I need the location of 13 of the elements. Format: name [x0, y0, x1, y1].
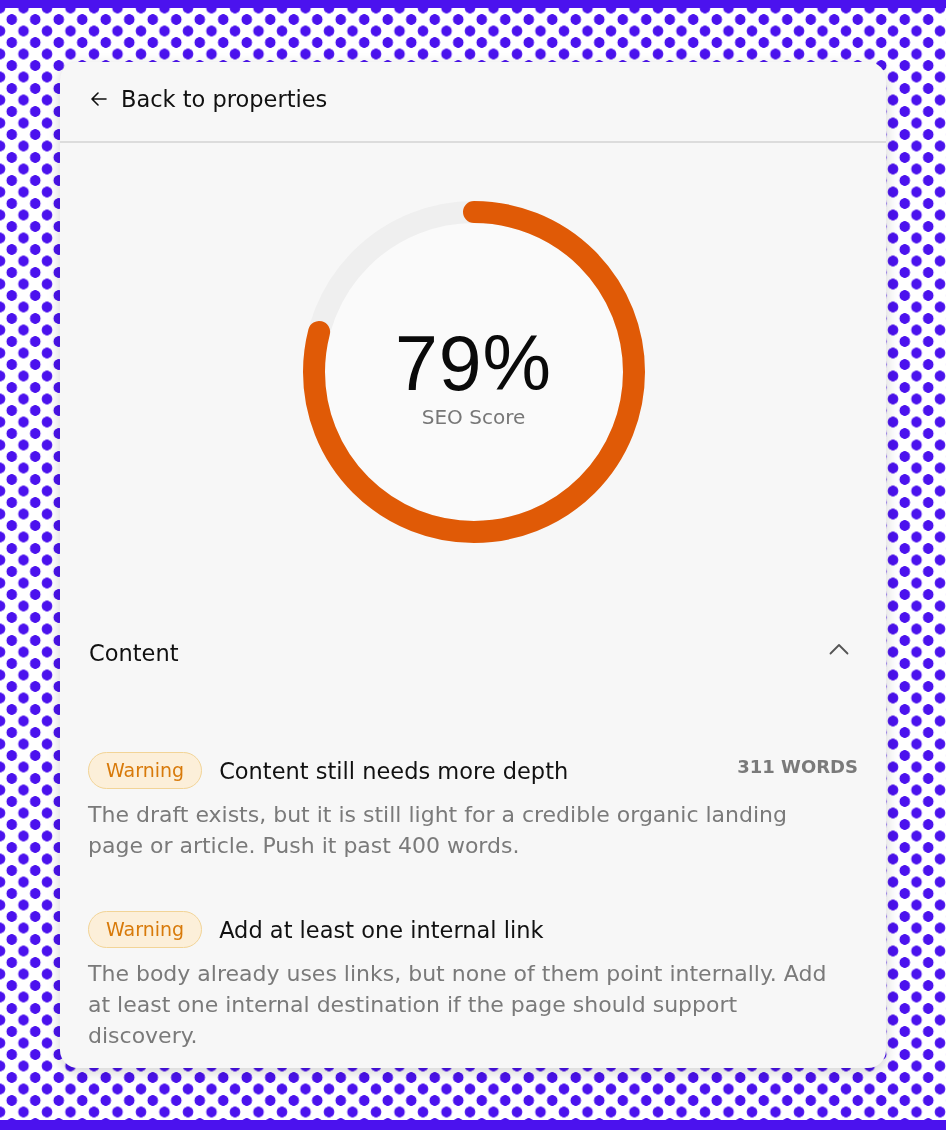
check-title: Content still needs more depth	[219, 757, 570, 784]
chevron-up-icon	[829, 643, 849, 655]
back-link[interactable]: Back to properties	[91, 85, 328, 112]
status-badge: Warning	[88, 752, 203, 789]
section-header[interactable]: Content	[88, 640, 858, 666]
word-count: 311 WORDS	[737, 756, 858, 777]
status-badge: Warning	[88, 911, 203, 948]
arrow-left-icon	[91, 91, 107, 106]
check-description: The draft exists, but it is still light for a credible organic landing page or article. Push it past 400 words.	[88, 801, 788, 860]
check-title: Add at least one internal link	[219, 916, 545, 943]
check-description: The body already uses links, but none of them point internally. Add at least one internal destination if the page should support discovery.	[88, 960, 828, 1050]
score-value: 79%	[394, 323, 553, 403]
score-label: SEO Score	[421, 405, 526, 429]
